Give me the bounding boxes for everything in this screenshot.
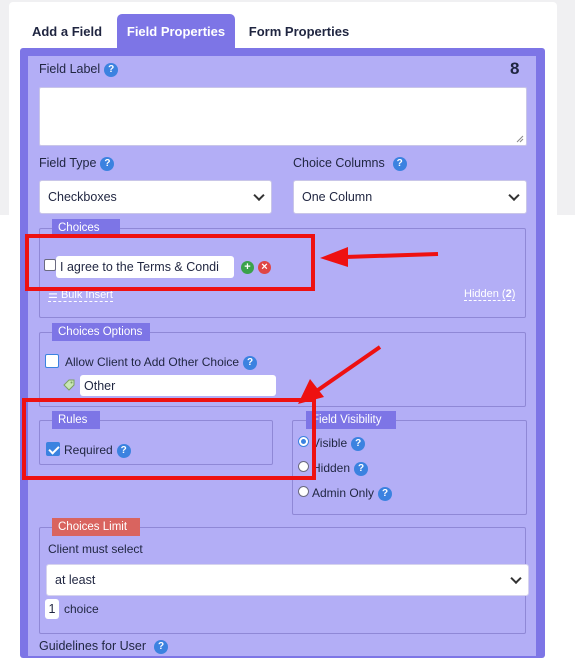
arrow-icon xyxy=(320,247,439,267)
annotation-arrows xyxy=(298,247,439,404)
arrow-icon xyxy=(298,345,382,404)
